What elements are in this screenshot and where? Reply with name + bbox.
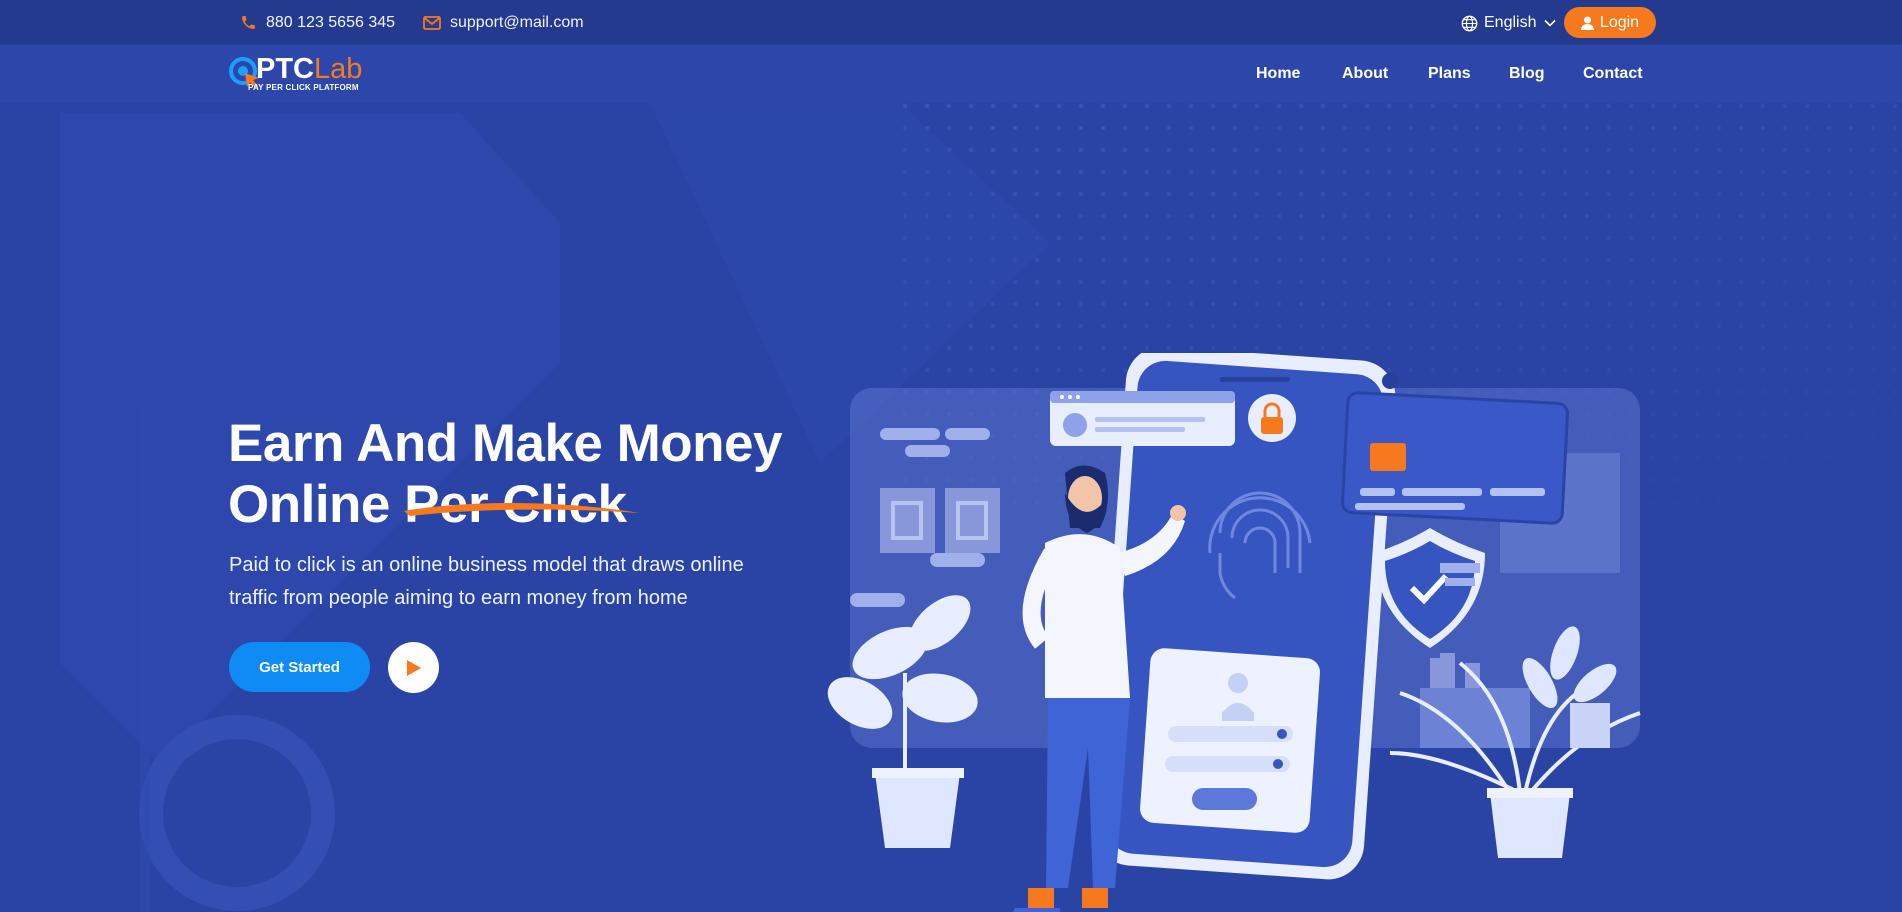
language-selector[interactable]: English [1461,12,1557,34]
nav-item-home[interactable]: Home [1256,65,1300,83]
main-navbar: PTCLab PAY PER CLICK PLATFORM Home About… [0,45,1902,103]
nav-item-blog[interactable]: Blog [1509,65,1545,83]
get-started-button[interactable]: Get Started [229,642,370,692]
nav-item-plans[interactable]: Plans [1428,65,1471,83]
phone-icon [242,16,255,29]
chevron-down-icon [1544,19,1557,27]
play-video-button[interactable] [388,642,439,693]
hero-section: Earn And Make Money Online Per Click Pai… [0,103,1902,912]
nav-item-about[interactable]: About [1342,65,1388,83]
login-button[interactable]: Login [1564,7,1656,38]
globe-icon [1461,15,1478,31]
hero-description: Paid to click is an online business mode… [229,554,744,609]
login-label: Login [1599,13,1640,31]
nav-item-contact[interactable]: Contact [1583,65,1643,83]
mail-icon [423,15,441,30]
hero-headline-line-1: Earn And Make Money [228,414,783,473]
user-icon [1580,16,1594,30]
nav-menu: Home About Plans Blog Contact [0,45,1902,103]
hero-illustration [827,353,1641,912]
phone-number: 880 123 5656 345 [266,13,396,31]
top-bar: 880 123 5656 345 support@mail.com Englis… [0,0,1902,45]
email-contact[interactable]: support@mail.com [423,0,584,45]
headline-underline-swoosh [404,503,640,516]
phone-contact[interactable]: 880 123 5656 345 [240,0,395,45]
language-label: English [1484,14,1537,31]
play-icon [406,659,421,676]
email-address: support@mail.com [450,13,584,31]
